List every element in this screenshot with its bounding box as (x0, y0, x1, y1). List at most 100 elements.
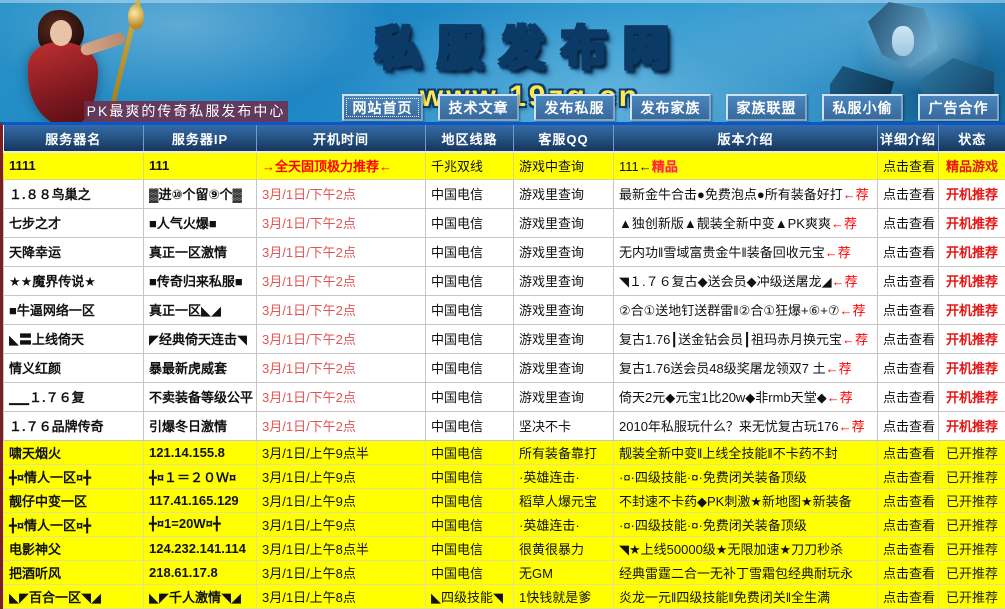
open-time-cell: 3月/1日/下午2点 (257, 266, 426, 295)
detail-link[interactable]: 点击查看 (878, 440, 939, 464)
column-header: 客服QQ (514, 125, 614, 152)
open-time-cell: 3月/1日/上午8点半 (257, 536, 426, 560)
server-row: 把酒听风 218.61.17.8 3月/1日/上午8点 中国电信 无GM 经典雷… (4, 560, 1005, 584)
nav-tab-6[interactable]: 广告合作 (918, 94, 999, 121)
version-text: 靓装全新中变‖上线全技能‖不卡药不封 (619, 446, 838, 461)
server-name-link[interactable]: 七步之才 (4, 208, 144, 237)
status-cell: 开机推荐 (939, 324, 1005, 353)
server-ip-cell: 真正一区激情 (144, 237, 257, 266)
region-line-cell: 中国电信 (426, 208, 514, 237)
version-intro-cell: 无内功‖雪域富贵金牛‖装备回收元宝←荐 (614, 237, 878, 266)
server-name-link[interactable]: 情义红颜 (4, 353, 144, 382)
open-time-cell: 3月/1日/上午9点 (257, 512, 426, 536)
server-row: ▁▁１.７６复 不卖装备等级公平 3月/1日/下午2点 中国电信 游戏里查询 倚… (4, 382, 1005, 411)
version-intro-cell: 最新金牛合击●免费泡点●所有装备好打←荐 (614, 179, 878, 208)
detail-link[interactable]: 点击查看 (878, 152, 939, 179)
server-row: １.７６品牌传奇 引爆冬日激情 3月/1日/下午2点 中国电信 坚决不卡 201… (4, 411, 1005, 440)
site-tagline: PK最爽的传奇私服发布中心 (84, 101, 288, 122)
detail-link[interactable]: 点击查看 (878, 464, 939, 488)
nav-tab-5[interactable]: 私服小偷 (822, 94, 903, 121)
detail-link[interactable]: 点击查看 (878, 237, 939, 266)
detail-link[interactable]: 点击查看 (878, 179, 939, 208)
table-header-row: 服务器名服务器IP开机时间地区线路客服QQ版本介绍详细介绍状态 (4, 125, 1005, 152)
version-text: ◥１.７６复古◆送会员◆冲级送屠龙◢ (619, 274, 832, 289)
nav-tab-3[interactable]: 发布家族 (630, 94, 711, 121)
open-time-cell: 3月/1日/上午8点 (257, 584, 426, 608)
server-name-link[interactable]: ╋¤情人一区¤╋ (4, 512, 144, 536)
version-text: ◥★上线50000级★无限加速★刀刀秒杀 (619, 542, 843, 557)
detail-link[interactable]: 点击查看 (878, 488, 939, 512)
version-text: 2010年私服玩什么？来无忧复古玩176 (619, 419, 839, 434)
server-name-link[interactable]: 天降幸运 (4, 237, 144, 266)
service-qq-cell: 游戏里查询 (514, 353, 614, 382)
server-row: 1111 111 →全天固顶极力推荐← 千兆双线 游戏中查询 111←精品 点击… (4, 152, 1005, 179)
detail-link[interactable]: 点击查看 (878, 536, 939, 560)
version-recommend-tag: ←荐 (843, 187, 869, 202)
server-ip-cell: 124.232.141.114 (144, 536, 257, 560)
column-header: 状态 (939, 125, 1005, 152)
open-time-cell: 3月/1日/下午2点 (257, 353, 426, 382)
server-name-link[interactable]: 靓仔中变一区 (4, 488, 144, 512)
server-name-link[interactable]: ■牛逼网络一区 (4, 295, 144, 324)
server-ip-cell: ╋¤1=20W¤╋ (144, 512, 257, 536)
version-text: 最新金牛合击●免费泡点●所有装备好打 (619, 187, 843, 202)
detail-link[interactable]: 点击查看 (878, 324, 939, 353)
detail-link[interactable]: 点击查看 (878, 382, 939, 411)
version-intro-cell: ②合①送地钉送群雷‖②合①狂爆+⑥+⑦←荐 (614, 295, 878, 324)
detail-link[interactable]: 点击查看 (878, 512, 939, 536)
detail-link[interactable]: 点击查看 (878, 208, 939, 237)
version-text: 复古1.76送会员48级奖屠龙领双7 土 (619, 361, 826, 376)
version-intro-cell: ◥１.７６复古◆送会员◆冲级送屠龙◢←荐 (614, 266, 878, 295)
nav-tab-label: 技术文章 (449, 98, 509, 118)
version-intro-cell: ·¤·四级技能·¤·免费闭关装备顶级 (614, 512, 878, 536)
server-name-link[interactable]: ◣〓上线倚天 (4, 324, 144, 353)
status-cell: 开机推荐 (939, 237, 1005, 266)
column-header: 开机时间 (257, 125, 426, 152)
version-text: ②合①送地钉送群雷‖②合①狂爆+⑥+⑦ (619, 303, 839, 318)
server-name-link[interactable]: ◣◤百合一区◥◢ (4, 584, 144, 608)
status-cell: 开机推荐 (939, 382, 1005, 411)
nav-tab-4[interactable]: 家族联盟 (726, 94, 807, 121)
server-name-link[interactable]: ▁▁１.７６复 (4, 382, 144, 411)
detail-link[interactable]: 点击查看 (878, 560, 939, 584)
open-time-cell: 3月/1日/上午8点 (257, 560, 426, 584)
column-header: 版本介绍 (614, 125, 878, 152)
server-name-link[interactable]: 啸天烟火 (4, 440, 144, 464)
detail-link[interactable]: 点击查看 (878, 584, 939, 608)
server-name-link[interactable]: 1111 (4, 152, 144, 179)
version-intro-cell: 经典雷霆二合一无补丁雪霜包经典耐玩永 (614, 560, 878, 584)
region-line-cell: 中国电信 (426, 324, 514, 353)
version-intro-cell: 不封速不卡药◆PK刺激★新地图★新装备 (614, 488, 878, 512)
version-intro-cell: 2010年私服玩什么？来无忧复古玩176←荐 (614, 411, 878, 440)
nav-tab-1[interactable]: 技术文章 (438, 94, 519, 121)
server-list-table: 服务器名服务器IP开机时间地区线路客服QQ版本介绍详细介绍状态 1111 111… (3, 125, 1005, 609)
character-face-art (50, 20, 72, 46)
main-nav: 网站首页 技术文章 发布私服 发布家族 家族联盟 私服小偷 广告合作 (342, 94, 999, 121)
version-intro-cell: 倚天2元◆元宝1比20w◆非rmb天堂◆←荐 (614, 382, 878, 411)
service-qq-cell: ·英雄连击· (514, 464, 614, 488)
server-name-link[interactable]: 把酒听风 (4, 560, 144, 584)
server-name-link[interactable]: １.７６品牌传奇 (4, 411, 144, 440)
detail-link[interactable]: 点击查看 (878, 411, 939, 440)
nav-tab-2[interactable]: 发布私服 (534, 94, 615, 121)
nav-tab-label: 家族联盟 (737, 98, 797, 118)
server-name-link[interactable]: ╋¤情人一区¤╋ (4, 464, 144, 488)
detail-link[interactable]: 点击查看 (878, 353, 939, 382)
status-cell: 开机推荐 (939, 411, 1005, 440)
status-cell: 开机推荐 (939, 208, 1005, 237)
version-text: 炎龙一元‖四级技能‖免费闭关‖全生满 (619, 590, 830, 605)
version-intro-cell: 复古1.76┃送金钻会员┃祖玛赤月换元宝←荐 (614, 324, 878, 353)
server-name-link[interactable]: 电影神父 (4, 536, 144, 560)
detail-link[interactable]: 点击查看 (878, 266, 939, 295)
server-name-link[interactable]: １.８８鸟巢之 (4, 179, 144, 208)
server-ip-cell: ╋¤１＝２０Ｗ¤ (144, 464, 257, 488)
nav-tab-0[interactable]: 网站首页 (342, 94, 423, 121)
open-time-cell: 3月/1日/上午9点半 (257, 440, 426, 464)
version-text: 无内功‖雪域富贵金牛‖装备回收元宝 (619, 245, 825, 260)
server-name-link[interactable]: ★★魔界传说★ (4, 266, 144, 295)
version-recommend-tag: ←荐 (826, 361, 852, 376)
service-qq-cell: 无GM (514, 560, 614, 584)
server-ip-cell: 117.41.165.129 (144, 488, 257, 512)
version-recommend-tag: ←荐 (832, 274, 858, 289)
detail-link[interactable]: 点击查看 (878, 295, 939, 324)
